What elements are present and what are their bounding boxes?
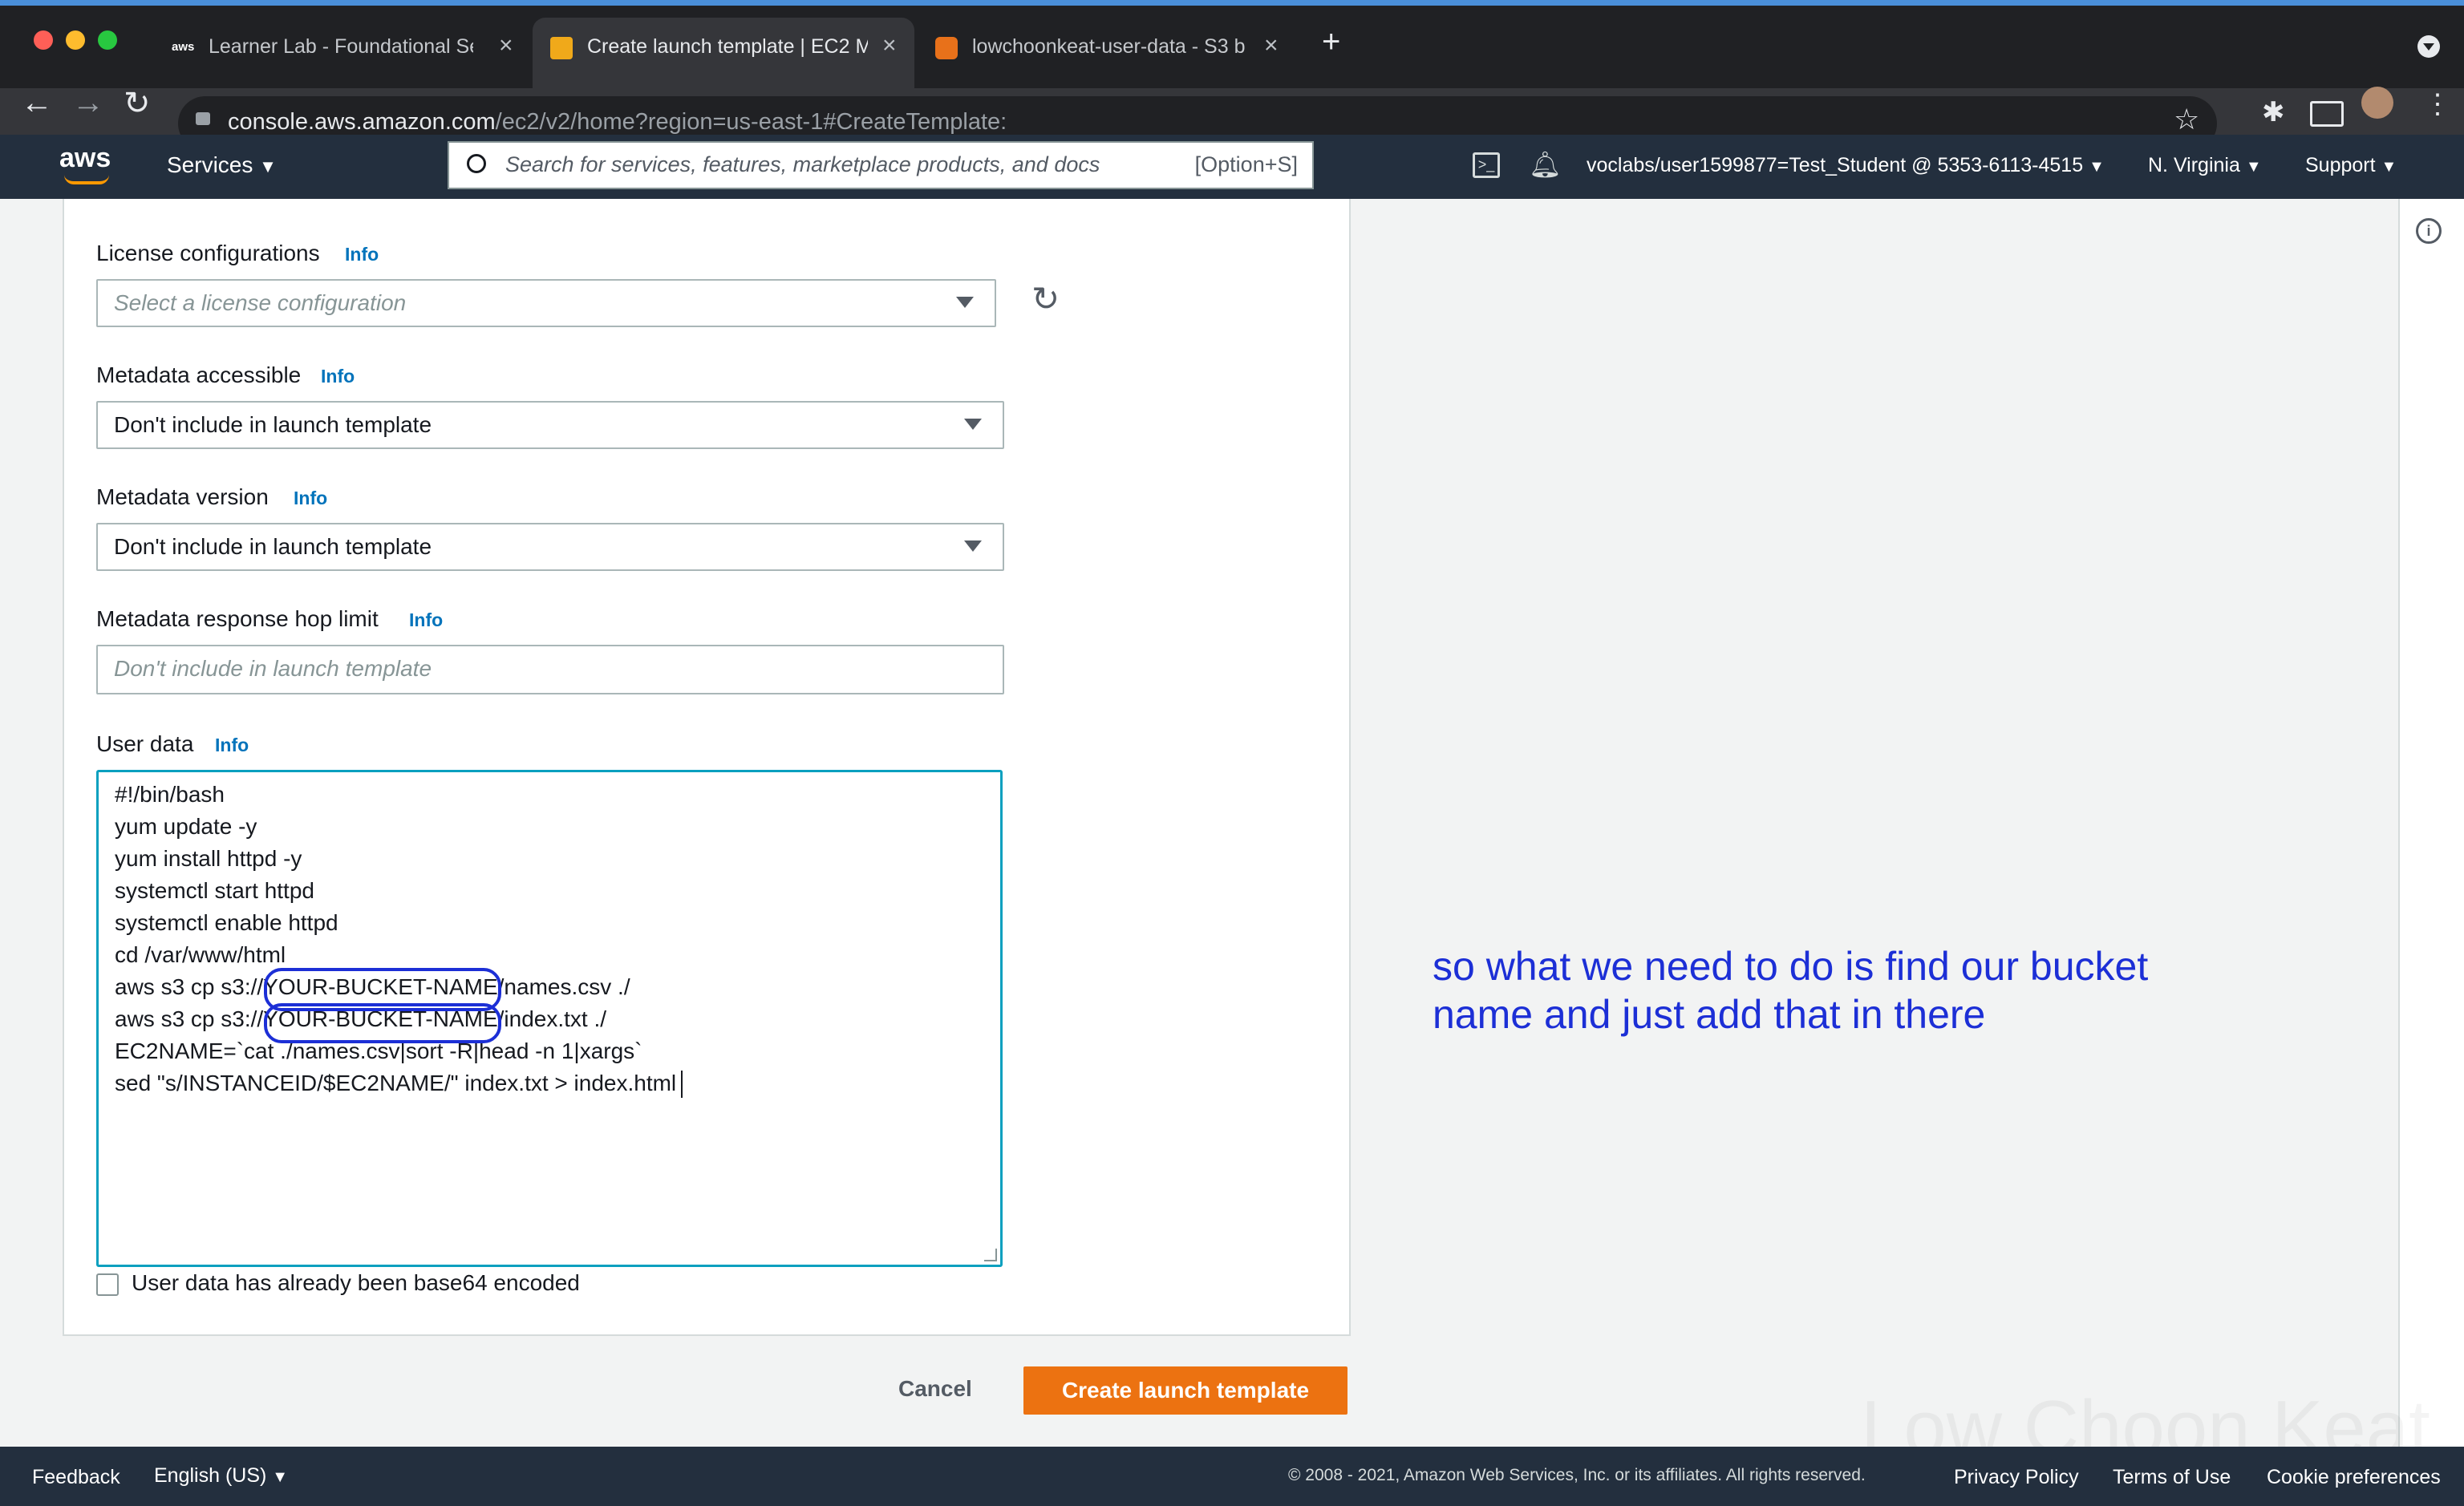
create-launch-template-button[interactable]: Create launch template xyxy=(1023,1366,1348,1415)
cookie-preferences-link[interactable]: Cookie preferences xyxy=(2267,1466,2441,1489)
new-tab-icon[interactable]: + xyxy=(1322,24,1340,60)
tab-search-icon[interactable] xyxy=(2417,35,2440,58)
cancel-button[interactable]: Cancel xyxy=(898,1376,972,1402)
bucket-name-highlight xyxy=(264,1003,501,1043)
notifications-bell-icon[interactable]: 🔔︎ xyxy=(1529,149,1562,180)
license-info-link[interactable]: Info xyxy=(345,244,379,265)
aws-logo-smile xyxy=(64,175,109,184)
metadata-accessible-label: Metadata accessible xyxy=(96,362,302,387)
aws-search-bar[interactable]: Search for services, features, marketpla… xyxy=(448,141,1314,189)
close-tab-icon[interactable]: × xyxy=(499,32,513,59)
resize-handle-icon[interactable] xyxy=(984,1249,997,1261)
aws-icon: aws xyxy=(172,40,195,54)
user-data-line: cd /var/www/html xyxy=(115,942,286,967)
browser-tab-learner-lab[interactable]: aws Learner Lab - Foundational Ser × xyxy=(154,18,531,88)
account-menu[interactable]: voclabs/user1599877=Test_Student @ 5353-… xyxy=(1587,154,2105,177)
user-data-line: #!/bin/bash xyxy=(115,782,225,807)
text-cursor xyxy=(681,1071,683,1098)
license-config-select[interactable]: Select a license configuration xyxy=(96,279,996,327)
close-tab-icon[interactable]: × xyxy=(882,32,897,59)
user-data-line: sed "s/INSTANCEID/$EC2NAME/" index.txt >… xyxy=(115,1071,677,1095)
maximize-window-button[interactable] xyxy=(98,30,117,50)
search-icon xyxy=(467,154,486,173)
forward-icon[interactable]: → xyxy=(72,85,104,121)
license-placeholder: Select a license configuration xyxy=(114,290,407,315)
user-data-label: User data xyxy=(96,731,194,756)
s3-icon xyxy=(935,37,958,59)
close-window-button[interactable] xyxy=(34,30,53,50)
minimize-window-button[interactable] xyxy=(66,30,85,50)
metadata-accessible-value: Don't include in launch template xyxy=(114,412,432,437)
chevron-down-icon xyxy=(964,419,982,430)
search-shortcut: [Option+S] xyxy=(1194,152,1298,176)
language-selector[interactable]: English (US) ▼ xyxy=(154,1464,288,1488)
info-panel-icon[interactable]: i xyxy=(2416,218,2442,244)
metadata-version-info-link[interactable]: Info xyxy=(294,488,327,509)
tab-title: Create launch template | EC2 M xyxy=(587,35,868,58)
chevron-down-icon xyxy=(956,297,974,308)
hop-limit-info-link[interactable]: Info xyxy=(409,609,443,631)
browser-tab-create-launch-template[interactable]: Create launch template | EC2 M × xyxy=(533,18,914,88)
aws-console-footer: Feedback English (US) ▼ © 2008 - 2021, A… xyxy=(0,1447,2464,1506)
help-panel-rail: i xyxy=(2398,199,2464,1447)
terms-of-use-link[interactable]: Terms of Use xyxy=(2113,1466,2231,1489)
region-menu[interactable]: N. Virginia ▼ xyxy=(2148,154,2262,177)
cast-icon[interactable] xyxy=(2310,101,2344,127)
url-text: console.aws.amazon.com/ec2/v2/home?regio… xyxy=(228,109,1007,135)
license-config-label: License configurations xyxy=(96,241,320,265)
hop-limit-input[interactable]: Don't include in launch template xyxy=(96,645,1004,694)
tab-title: Learner Lab - Foundational Ser xyxy=(209,35,473,58)
extensions-icon[interactable]: ✱ xyxy=(2262,96,2285,128)
aws-logo[interactable]: aws xyxy=(59,143,111,174)
tab-title: lowchoonkeat-user-data - S3 b xyxy=(972,35,1245,58)
window-top-border xyxy=(0,0,2464,6)
browser-menu-icon[interactable]: ⋮ xyxy=(2424,88,2451,120)
annotation-text-line-2: name and just add that in there xyxy=(1433,992,1986,1037)
metadata-version-label: Metadata version xyxy=(96,484,269,509)
profile-avatar[interactable] xyxy=(2361,87,2393,119)
hop-limit-placeholder: Don't include in launch template xyxy=(114,656,432,681)
cloudshell-icon[interactable]: >_ xyxy=(1473,152,1500,178)
feedback-link[interactable]: Feedback xyxy=(32,1466,120,1489)
user-data-textarea[interactable]: #!/bin/bash yum update -y yum install ht… xyxy=(96,770,1003,1267)
user-data-line: yum install httpd -y xyxy=(115,846,302,871)
reload-icon[interactable]: ↻ xyxy=(124,85,151,122)
services-menu[interactable]: Services ▼ xyxy=(167,152,277,178)
user-data-line: systemctl enable httpd xyxy=(115,910,338,935)
metadata-accessible-select[interactable]: Don't include in launch template xyxy=(96,401,1004,449)
user-data-line: yum update -y xyxy=(115,814,257,839)
metadata-version-select[interactable]: Don't include in launch template xyxy=(96,523,1004,571)
privacy-policy-link[interactable]: Privacy Policy xyxy=(1954,1466,2079,1489)
metadata-version-value: Don't include in launch template xyxy=(114,534,432,559)
ec2-icon xyxy=(550,37,573,59)
chevron-down-icon xyxy=(964,540,982,552)
close-tab-icon[interactable]: × xyxy=(1264,32,1279,59)
back-icon[interactable]: ← xyxy=(21,85,53,121)
search-placeholder: Search for services, features, marketpla… xyxy=(505,152,1100,176)
refresh-icon[interactable]: ↻ xyxy=(1031,279,1060,318)
base64-checkbox[interactable] xyxy=(96,1273,119,1296)
hop-limit-label: Metadata response hop limit xyxy=(96,606,379,631)
user-data-line: systemctl start httpd xyxy=(115,878,314,903)
support-menu[interactable]: Support ▼ xyxy=(2305,154,2397,177)
lock-icon xyxy=(196,112,210,125)
user-data-info-link[interactable]: Info xyxy=(215,735,249,756)
metadata-accessible-info-link[interactable]: Info xyxy=(321,366,355,387)
bookmark-star-icon[interactable]: ☆ xyxy=(2174,103,2199,136)
annotation-text-line-1: so what we need to do is find our bucket xyxy=(1433,944,2149,989)
base64-checkbox-label: User data has already been base64 encode… xyxy=(132,1270,580,1295)
browser-tab-s3[interactable]: lowchoonkeat-user-data - S3 b × xyxy=(918,18,1295,88)
copyright-text: © 2008 - 2021, Amazon Web Services, Inc.… xyxy=(1288,1466,1866,1484)
